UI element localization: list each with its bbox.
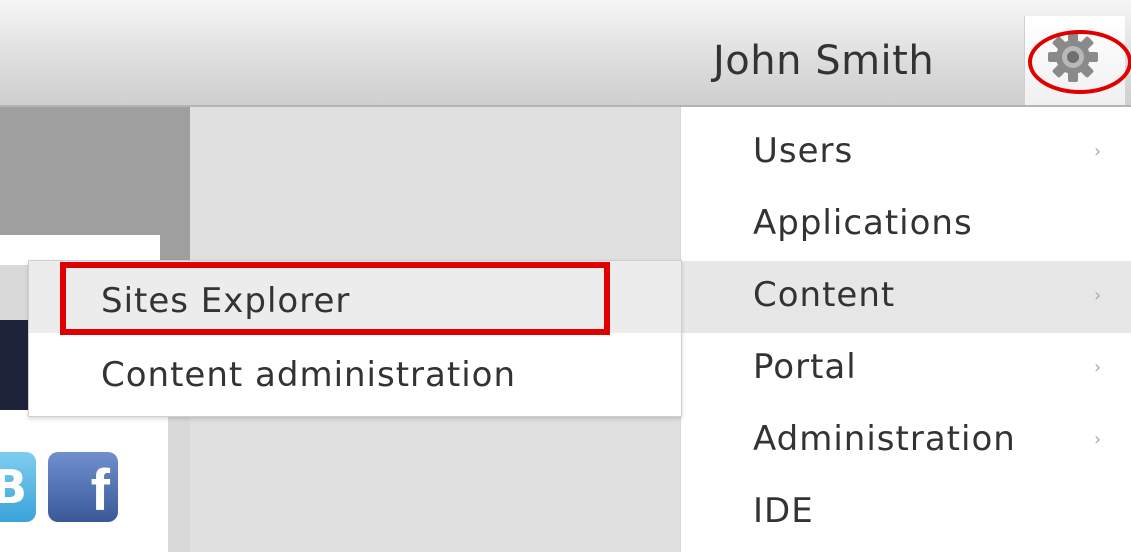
menu-item-administration[interactable]: Administration › bbox=[681, 405, 1131, 477]
settings-menu: Users › Applications Content › Portal › … bbox=[680, 107, 1131, 552]
user-name-link[interactable]: John Smith bbox=[713, 38, 934, 84]
menu-item-label: Administration bbox=[753, 419, 1016, 459]
menu-item-label: Applications bbox=[753, 203, 973, 243]
menu-item-label: IDE bbox=[753, 491, 814, 531]
facebook-icon[interactable]: f bbox=[48, 452, 118, 522]
chevron-right-icon: › bbox=[1094, 357, 1102, 378]
top-toolbar: John Smith bbox=[0, 0, 1131, 107]
sites-explorer-highlight-box bbox=[60, 262, 610, 335]
menu-item-ide[interactable]: IDE bbox=[681, 477, 1131, 549]
page-background-left bbox=[0, 107, 190, 237]
menu-item-label: Portal bbox=[753, 347, 857, 387]
menu-item-users[interactable]: Users › bbox=[681, 117, 1131, 189]
submenu-item-label: Content administration bbox=[101, 355, 516, 395]
chevron-right-icon: › bbox=[1094, 285, 1102, 306]
twitter-icon[interactable]: B bbox=[0, 452, 36, 522]
menu-item-content[interactable]: Content › bbox=[681, 261, 1131, 333]
submenu-item-content-administration[interactable]: Content administration bbox=[29, 339, 681, 411]
menu-item-portal[interactable]: Portal › bbox=[681, 333, 1131, 405]
menu-item-label: Users bbox=[753, 131, 854, 171]
chevron-right-icon: › bbox=[1094, 429, 1102, 450]
settings-highlight-circle bbox=[1028, 30, 1131, 94]
chevron-right-icon: › bbox=[1094, 141, 1102, 162]
menu-item-applications[interactable]: Applications bbox=[681, 189, 1131, 261]
menu-item-label: Content bbox=[753, 275, 896, 315]
